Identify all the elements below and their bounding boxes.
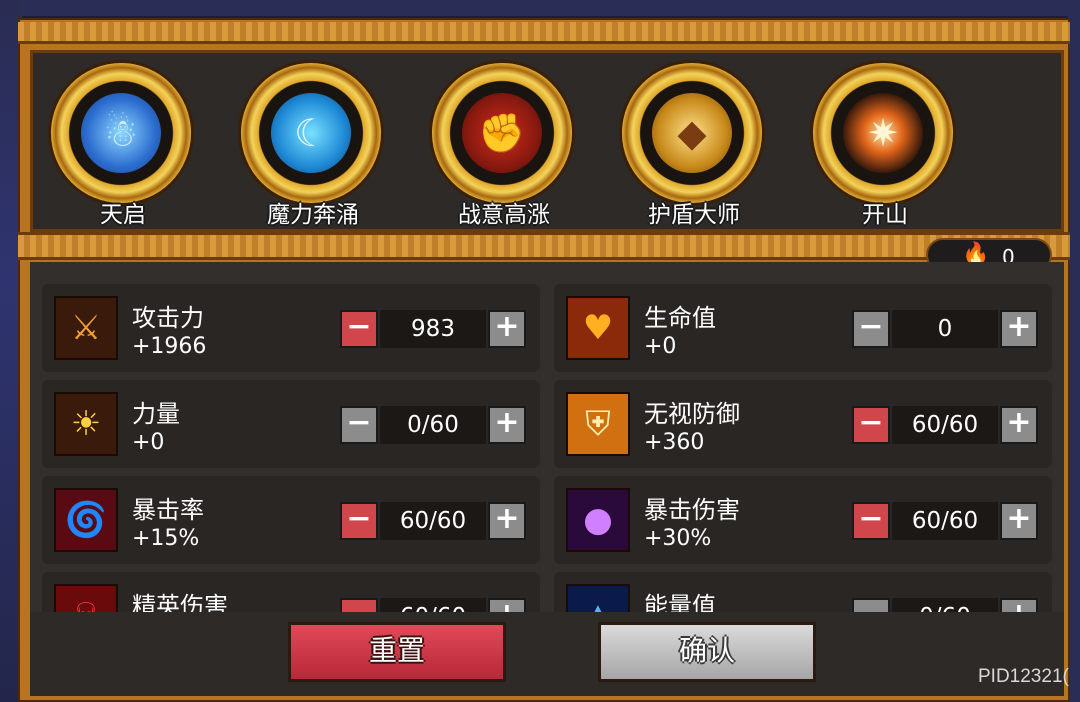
- heart-icon: ♥: [566, 296, 630, 360]
- stat-value: 0/60: [892, 598, 998, 612]
- skill-name: 护盾大师: [648, 202, 740, 228]
- skill-ring: ✷: [813, 63, 953, 203]
- background-top: [0, 0, 1080, 16]
- shield-icon: ◆: [652, 93, 732, 173]
- stat-label: 无视防御: [644, 400, 740, 428]
- demon-mask-icon: ☠: [54, 584, 118, 612]
- purple-orb-icon: ●: [566, 488, 630, 552]
- red-vortex-icon: 🌀: [54, 488, 118, 552]
- stat-bonus: +0: [644, 334, 677, 359]
- skills-panel: ☃ 天启 ☾ 魔力奔涌 ✊ 战意高涨 ◆ 护盾大师 ✷ 开山: [30, 50, 1064, 232]
- stat-card-attack: ⚔ 攻击力 +1966 − 983 +: [42, 284, 540, 372]
- decrease-button[interactable]: −: [340, 310, 378, 348]
- increase-button[interactable]: +: [1000, 502, 1038, 540]
- stat-bonus: +1966: [132, 334, 207, 359]
- sword-icon: ⚔: [54, 296, 118, 360]
- stats-list[interactable]: ⚔ 攻击力 +1966 − 983 + ♥ 生命值 +0 − 0 + ☀ 力量 …: [30, 262, 1064, 612]
- stat-value: 983: [380, 310, 486, 348]
- stat-label: 力量: [132, 400, 180, 428]
- button-bar: [30, 612, 1064, 696]
- confirm-button[interactable]: 确认: [598, 622, 816, 682]
- stat-value: 60/60: [380, 502, 486, 540]
- skill-moli-bengyong[interactable]: ☾ 魔力奔涌: [223, 53, 403, 235]
- burst-icon: ✷: [843, 93, 923, 173]
- skill-hudun-dashi[interactable]: ◆ 护盾大师: [604, 53, 784, 235]
- stat-value: 0: [892, 310, 998, 348]
- skill-name: 天启: [100, 202, 146, 228]
- stat-label: 生命值: [644, 304, 716, 332]
- stat-bonus: +30%: [644, 526, 712, 551]
- stat-bonus: +15%: [132, 526, 200, 551]
- stat-card-energy: ▲ 能量值 − 0/60 +: [554, 572, 1052, 612]
- increase-button[interactable]: +: [1000, 406, 1038, 444]
- decrease-button[interactable]: −: [340, 406, 378, 444]
- player-id: PID12321(: [978, 666, 1069, 687]
- increase-button[interactable]: +: [488, 406, 526, 444]
- mana-wave-icon: ☾: [271, 93, 351, 173]
- skill-ring: ☃: [51, 63, 191, 203]
- decrease-button[interactable]: −: [852, 502, 890, 540]
- stat-card-elite-damage: ☠ 精英伤害 − 60/60 +: [42, 572, 540, 612]
- stat-value: 60/60: [892, 502, 998, 540]
- skill-zhanyi-gaozhang[interactable]: ✊ 战意高涨: [414, 53, 594, 235]
- stat-label: 能量值: [644, 592, 716, 612]
- battle-fist-icon: ✊: [462, 93, 542, 173]
- broken-shield-icon: ⛨: [566, 392, 630, 456]
- stat-card-hp: ♥ 生命值 +0 − 0 +: [554, 284, 1052, 372]
- stat-bonus: +0: [132, 430, 165, 455]
- stat-value: 0/60: [380, 406, 486, 444]
- decrease-button[interactable]: −: [340, 502, 378, 540]
- stat-card-ignore-defense: ⛨ 无视防御 +360 − 60/60 +: [554, 380, 1052, 468]
- skill-name: 魔力奔涌: [267, 202, 359, 228]
- stat-value: 60/60: [380, 598, 486, 612]
- increase-button[interactable]: +: [488, 502, 526, 540]
- skill-name: 战意高涨: [458, 202, 550, 228]
- stat-card-crit-rate: 🌀 暴击率 +15% − 60/60 +: [42, 476, 540, 564]
- stat-label: 精英伤害: [132, 592, 228, 612]
- frame-mid-trim: [18, 232, 1070, 260]
- stat-bonus: +360: [644, 430, 705, 455]
- increase-button[interactable]: +: [488, 310, 526, 348]
- energy-icon: ▲: [566, 584, 630, 612]
- skill-tianqi[interactable]: ☃ 天启: [33, 53, 213, 235]
- frame-top-trim: [18, 22, 1070, 44]
- decrease-button[interactable]: −: [852, 406, 890, 444]
- stat-value: 60/60: [892, 406, 998, 444]
- skill-ring: ✊: [432, 63, 572, 203]
- stat-card-strength: ☀ 力量 +0 − 0/60 +: [42, 380, 540, 468]
- stat-label: 暴击伤害: [644, 496, 740, 524]
- stat-card-crit-damage: ● 暴击伤害 +30% − 60/60 +: [554, 476, 1052, 564]
- skill-name: 开山: [862, 202, 908, 228]
- skill-kaishan[interactable]: ✷ 开山: [795, 53, 975, 235]
- increase-button[interactable]: +: [488, 598, 526, 612]
- stat-label: 暴击率: [132, 496, 204, 524]
- decrease-button[interactable]: −: [340, 598, 378, 612]
- decrease-button[interactable]: −: [852, 310, 890, 348]
- increase-button[interactable]: +: [1000, 310, 1038, 348]
- decrease-button[interactable]: −: [852, 598, 890, 612]
- sun-icon: ☀: [54, 392, 118, 456]
- increase-button[interactable]: +: [1000, 598, 1038, 612]
- skill-ring: ◆: [622, 63, 762, 203]
- stat-label: 攻击力: [132, 304, 204, 332]
- meditating-figure-icon: ☃: [81, 93, 161, 173]
- reset-button[interactable]: 重置: [288, 622, 506, 682]
- skill-ring: ☾: [241, 63, 381, 203]
